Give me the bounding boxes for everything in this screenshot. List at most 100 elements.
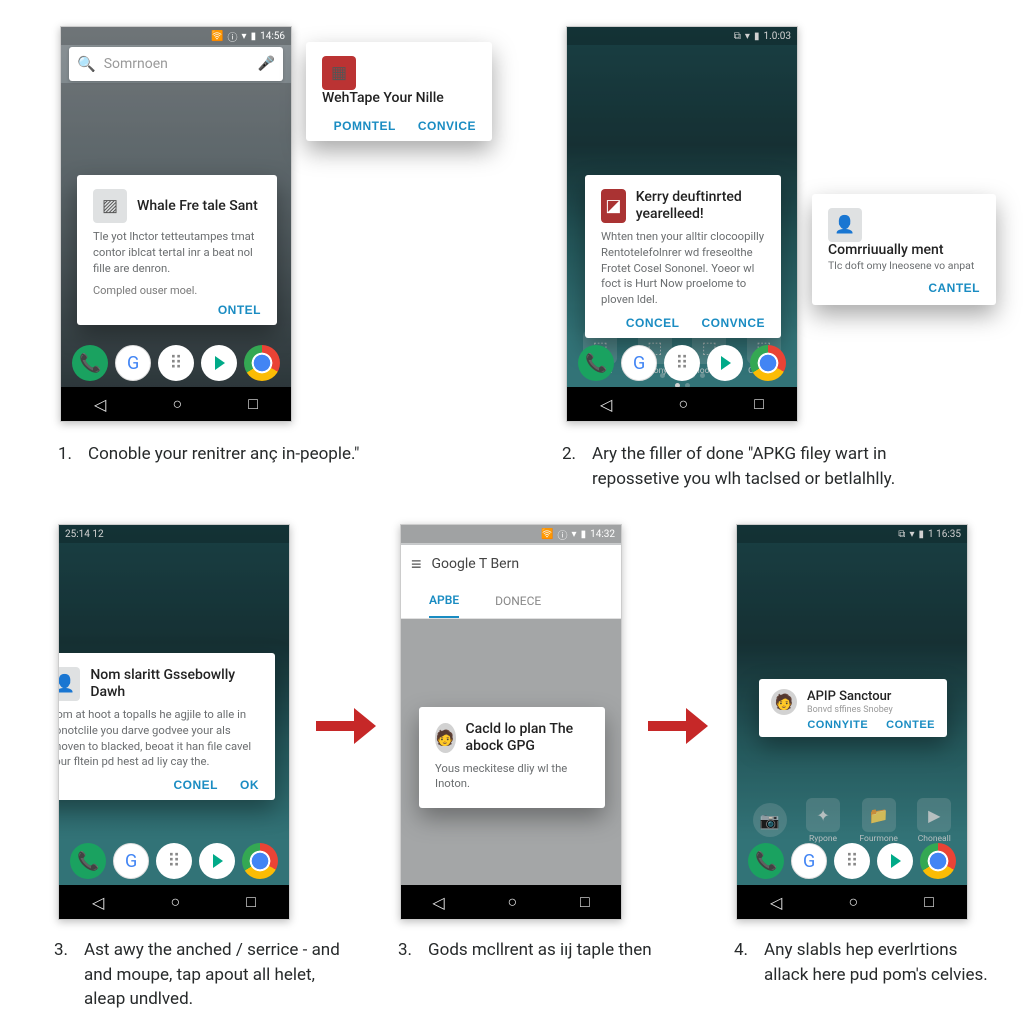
dialog-subtitle: Bonvd sffines Snobey: [807, 705, 893, 715]
google-app-icon[interactable]: G: [115, 345, 151, 381]
play-app-icon[interactable]: [877, 843, 913, 879]
phone-app-icon[interactable]: 📞: [578, 345, 614, 381]
avatar-icon: 🧑: [435, 723, 456, 753]
google-app-icon[interactable]: G: [113, 843, 149, 879]
nav-back-icon[interactable]: ◁: [94, 395, 106, 414]
dialog-title: APIP Sanctour: [807, 689, 893, 705]
dock: 📞 G ⠿: [59, 837, 289, 885]
dock: 📞 G ⠿: [737, 837, 967, 885]
nav-home-icon[interactable]: ○: [678, 394, 688, 414]
phone-app-icon[interactable]: 📞: [70, 843, 106, 879]
play-app-icon[interactable]: [707, 345, 743, 381]
dialog-action-ontel[interactable]: ONTEL: [218, 303, 261, 317]
chrome-app-icon[interactable]: [242, 843, 278, 879]
dialog-body: Tle yot lhctor tetteutampes tmat contor …: [93, 229, 261, 276]
appbar: ≡ Google T Bern: [401, 545, 621, 583]
statusbar: 🛜 ⓘ ▾ ▮ 14:56: [61, 27, 291, 45]
wifi-icon: 🛜: [541, 529, 553, 540]
popout-step2: 👤 Comrriuually ment Tlc doft omy lneosen…: [812, 194, 996, 305]
search-bar[interactable]: 🔍 Somrnoen 🎤: [69, 47, 283, 81]
apps-drawer-icon[interactable]: ⠿: [664, 345, 700, 381]
phone-step3b: 🛜 ⓘ ▾ ▮ 14:32 ≡ Google T Bern APBE DONEC…: [400, 524, 622, 920]
avatar-icon: 🧑: [771, 689, 797, 715]
dialog-ok[interactable]: OK: [240, 778, 259, 792]
dialog-body: Com at hoot a topalls he agjile to alle …: [58, 707, 259, 770]
nav-recent-icon[interactable]: □: [246, 892, 256, 912]
caption-number: 3.: [54, 938, 68, 1012]
phone-app-icon[interactable]: 📞: [748, 843, 784, 879]
nav-home-icon[interactable]: ○: [170, 892, 180, 912]
dialog-title: Nom slaritt Gssebowlly Dawh: [90, 667, 259, 701]
apps-drawer-icon[interactable]: ⠿: [158, 345, 194, 381]
dialog-title: Cacld lo plan The abock GPG: [466, 721, 589, 755]
battery-icon: ▮: [251, 31, 257, 42]
dock: 📞 G ⠿: [567, 339, 797, 387]
dialog-confirm[interactable]: CONVNCE: [701, 316, 765, 330]
dialog-app-icon: ▨: [93, 189, 127, 223]
nav-home-icon[interactable]: ○: [507, 892, 517, 912]
google-app-icon[interactable]: G: [621, 345, 657, 381]
google-app-icon[interactable]: G: [791, 843, 827, 879]
chrome-app-icon[interactable]: [920, 843, 956, 879]
nav-home-icon[interactable]: ○: [172, 394, 182, 414]
dialog-cancel[interactable]: CONEL: [174, 778, 219, 792]
dialog-extra: Compled ouser moel.: [93, 284, 261, 297]
dialog-title: Kerry deuftinrted yearelleed!: [636, 189, 765, 223]
apps-drawer-icon[interactable]: ⠿: [834, 843, 870, 879]
nav-back-icon[interactable]: ◁: [600, 395, 612, 414]
nav-back-icon[interactable]: ◁: [92, 893, 104, 912]
play-app-icon[interactable]: [201, 345, 237, 381]
phone-app-icon[interactable]: 📞: [72, 345, 108, 381]
popout-app-icon: 👤: [828, 208, 862, 242]
popout-action1[interactable]: POMNTEL: [334, 119, 396, 133]
dock: 📞 G ⠿: [61, 339, 291, 387]
dialog-step4: 🧑 APIP Sanctour Bonvd sffines Snobey CON…: [759, 679, 947, 737]
chrome-app-icon[interactable]: [244, 345, 280, 381]
phone-step3: 25:14 12 👤 Nom slaritt Gssebowlly Dawh C…: [58, 524, 290, 920]
mic-icon[interactable]: 🎤: [258, 56, 275, 72]
caption-number: 3.: [398, 938, 412, 963]
statusbar: 🛜 ⓘ ▾ ▮ 14:32: [401, 525, 621, 543]
caption-number: 1.: [58, 442, 72, 467]
phone-step1: 🛜 ⓘ ▾ ▮ 14:56 🔍 Somrnoen 🎤 ▨ Whale Fre t…: [60, 26, 292, 422]
bt-icon: ⓘ: [228, 29, 238, 44]
android-navbar: ◁ ○ □: [401, 885, 621, 919]
phone-step2: ⧉ ▾ ▮ 1.0:03 ⬚Roone ⬚Billony ⬚Moomed ⬚Co…: [566, 26, 798, 422]
dialog-step3b: 🧑 Cacld lo plan The abock GPG Yous mecki…: [419, 707, 605, 808]
tab-active[interactable]: APBE: [429, 583, 459, 618]
phone-step4: ⧉ ▾ ▮ 1 16:35 📷 ✦Rypone 📁Fourmone ▶Chone…: [736, 524, 968, 920]
nav-recent-icon[interactable]: □: [924, 892, 934, 912]
nav-recent-icon[interactable]: □: [754, 394, 764, 414]
nav-back-icon[interactable]: ◁: [432, 893, 444, 912]
caption-text: Any slabls hep everlrtions allack here p…: [764, 938, 994, 987]
battery-icon: ▮: [581, 529, 587, 540]
caption-text: Ast awy the anched / serrice - and and m…: [84, 938, 344, 1012]
tab-inactive[interactable]: DONECE: [495, 594, 541, 608]
caption-3: 3. Ast awy the anched / serrice - and an…: [54, 938, 344, 1012]
dialog-action1[interactable]: CONNYITE: [807, 719, 868, 731]
nav-recent-icon[interactable]: □: [580, 892, 590, 912]
android-navbar: ◁ ○ □: [737, 885, 967, 919]
chrome-app-icon[interactable]: [750, 345, 786, 381]
caption-text: Gods mcllrent as iıj taple then: [428, 938, 652, 963]
menu-icon[interactable]: ≡: [411, 554, 422, 575]
dialog-action2[interactable]: CONTEE: [886, 719, 935, 731]
caption-number: 4.: [734, 938, 748, 987]
dialog-cancel[interactable]: CONCEL: [626, 316, 680, 330]
caption-number: 2.: [562, 442, 576, 491]
popout-action2[interactable]: CONVICE: [418, 119, 476, 133]
nav-recent-icon[interactable]: □: [248, 394, 258, 414]
caption-4: 4. Any slabls hep everlrtions allack her…: [734, 938, 994, 987]
appbar-title: Google T Bern: [432, 556, 520, 572]
nav-home-icon[interactable]: ○: [848, 892, 858, 912]
play-app-icon[interactable]: [199, 843, 235, 879]
signal-icon: 🛜: [211, 31, 223, 42]
wifi-icon: ▾: [242, 31, 247, 42]
android-navbar: ◁ ○ □: [567, 387, 797, 421]
popout-action[interactable]: CANTEL: [928, 281, 980, 295]
caption-3b: 3. Gods mcllrent as iıj taple then: [398, 938, 658, 963]
wifi2-icon: ▾: [572, 529, 577, 540]
apps-drawer-icon[interactable]: ⠿: [156, 843, 192, 879]
nav-back-icon[interactable]: ◁: [770, 893, 782, 912]
popout-title: Comrriuually ment: [828, 242, 980, 259]
